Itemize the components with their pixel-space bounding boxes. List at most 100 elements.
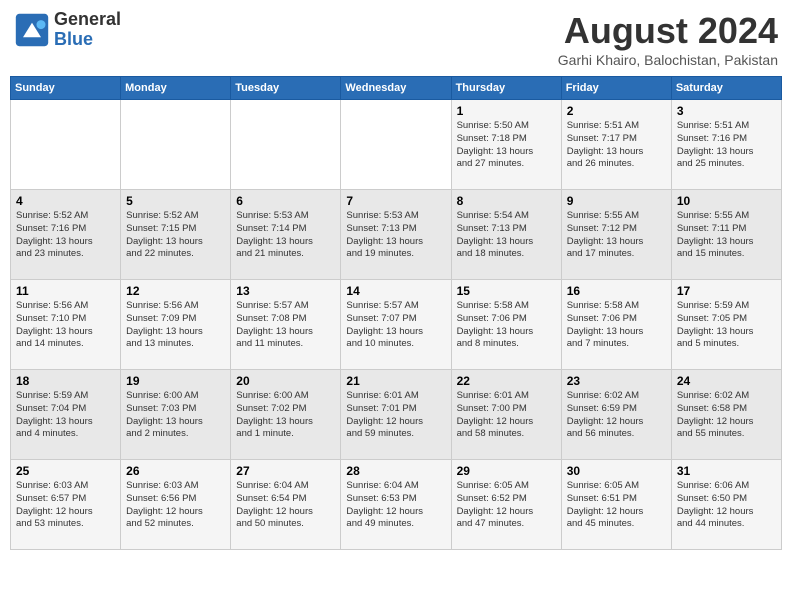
cell-info: Sunrise: 5:58 AM Sunset: 7:06 PM Dayligh… <box>457 300 556 351</box>
day-number: 4 <box>16 194 115 208</box>
day-number: 23 <box>567 374 666 388</box>
calendar-cell: 31 Sunrise: 6:06 AM Sunset: 6:50 PM Dayli… <box>671 460 781 550</box>
calendar-cell: 10 Sunrise: 5:55 AM Sunset: 7:11 PM Dayli… <box>671 190 781 280</box>
calendar-cell: 26 Sunrise: 6:03 AM Sunset: 6:56 PM Dayli… <box>121 460 231 550</box>
cell-info: Sunrise: 6:05 AM Sunset: 6:52 PM Dayligh… <box>457 480 556 531</box>
calendar-cell: 20 Sunrise: 6:00 AM Sunset: 7:02 PM Dayli… <box>231 370 341 460</box>
day-number: 8 <box>457 194 556 208</box>
calendar-cell: 11 Sunrise: 5:56 AM Sunset: 7:10 PM Dayli… <box>11 280 121 370</box>
weekday-header-wednesday: Wednesday <box>341 77 451 100</box>
day-number: 26 <box>126 464 225 478</box>
weekday-header-row: SundayMondayTuesdayWednesdayThursdayFrid… <box>11 77 782 100</box>
day-number: 30 <box>567 464 666 478</box>
cell-info: Sunrise: 6:05 AM Sunset: 6:51 PM Dayligh… <box>567 480 666 531</box>
weekday-header-friday: Friday <box>561 77 671 100</box>
location: Garhi Khairo, Balochistan, Pakistan <box>558 52 778 68</box>
calendar-cell: 18 Sunrise: 5:59 AM Sunset: 7:04 PM Dayli… <box>11 370 121 460</box>
day-number: 15 <box>457 284 556 298</box>
day-number: 14 <box>346 284 445 298</box>
calendar-cell: 22 Sunrise: 6:01 AM Sunset: 7:00 PM Dayli… <box>451 370 561 460</box>
cell-info: Sunrise: 6:02 AM Sunset: 6:59 PM Dayligh… <box>567 390 666 441</box>
cell-info: Sunrise: 5:53 AM Sunset: 7:14 PM Dayligh… <box>236 210 335 261</box>
calendar-cell: 15 Sunrise: 5:58 AM Sunset: 7:06 PM Dayli… <box>451 280 561 370</box>
calendar-week-1: 1 Sunrise: 5:50 AM Sunset: 7:18 PM Daylig… <box>11 100 782 190</box>
day-number: 3 <box>677 104 776 118</box>
calendar-cell: 2Sunrise: 5:51 AM Sunset: 7:17 PM Daylig… <box>561 100 671 190</box>
cell-info: Sunrise: 5:55 AM Sunset: 7:11 PM Dayligh… <box>677 210 776 261</box>
cell-info: Sunrise: 5:56 AM Sunset: 7:09 PM Dayligh… <box>126 300 225 351</box>
day-number: 1 <box>457 104 556 118</box>
calendar-cell: 23 Sunrise: 6:02 AM Sunset: 6:59 PM Dayli… <box>561 370 671 460</box>
day-number: 10 <box>677 194 776 208</box>
cell-info: Sunrise: 5:50 AM Sunset: 7:18 PM Dayligh… <box>457 120 556 171</box>
calendar-cell: 24Sunrise: 6:02 AM Sunset: 6:58 PM Dayli… <box>671 370 781 460</box>
calendar-cell: 7 Sunrise: 5:53 AM Sunset: 7:13 PM Daylig… <box>341 190 451 280</box>
day-number: 22 <box>457 374 556 388</box>
calendar-week-4: 18 Sunrise: 5:59 AM Sunset: 7:04 PM Dayli… <box>11 370 782 460</box>
calendar-cell: 5 Sunrise: 5:52 AM Sunset: 7:15 PM Daylig… <box>121 190 231 280</box>
calendar-cell: 8Sunrise: 5:54 AM Sunset: 7:13 PM Daylig… <box>451 190 561 280</box>
calendar-cell: 3 Sunrise: 5:51 AM Sunset: 7:16 PM Daylig… <box>671 100 781 190</box>
cell-info: Sunrise: 5:56 AM Sunset: 7:10 PM Dayligh… <box>16 300 115 351</box>
cell-info: Sunrise: 5:57 AM Sunset: 7:08 PM Dayligh… <box>236 300 335 351</box>
calendar-cell: 4Sunrise: 5:52 AM Sunset: 7:16 PM Daylig… <box>11 190 121 280</box>
day-number: 28 <box>346 464 445 478</box>
page-header: General Blue August 2024 Garhi Khairo, B… <box>10 10 782 68</box>
cell-info: Sunrise: 5:51 AM Sunset: 7:16 PM Dayligh… <box>677 120 776 171</box>
cell-info: Sunrise: 5:55 AM Sunset: 7:12 PM Dayligh… <box>567 210 666 261</box>
weekday-header-tuesday: Tuesday <box>231 77 341 100</box>
day-number: 12 <box>126 284 225 298</box>
calendar-week-2: 4Sunrise: 5:52 AM Sunset: 7:16 PM Daylig… <box>11 190 782 280</box>
weekday-header-sunday: Sunday <box>11 77 121 100</box>
day-number: 21 <box>346 374 445 388</box>
calendar-cell: 9Sunrise: 5:55 AM Sunset: 7:12 PM Daylig… <box>561 190 671 280</box>
cell-info: Sunrise: 6:00 AM Sunset: 7:02 PM Dayligh… <box>236 390 335 441</box>
weekday-header-monday: Monday <box>121 77 231 100</box>
calendar-cell: 14 Sunrise: 5:57 AM Sunset: 7:07 PM Dayli… <box>341 280 451 370</box>
day-number: 31 <box>677 464 776 478</box>
cell-info: Sunrise: 5:53 AM Sunset: 7:13 PM Dayligh… <box>346 210 445 261</box>
calendar-cell: 16Sunrise: 5:58 AM Sunset: 7:06 PM Dayli… <box>561 280 671 370</box>
day-number: 7 <box>346 194 445 208</box>
calendar-cell: 29Sunrise: 6:05 AM Sunset: 6:52 PM Dayli… <box>451 460 561 550</box>
calendar-cell: 28Sunrise: 6:04 AM Sunset: 6:53 PM Dayli… <box>341 460 451 550</box>
day-number: 18 <box>16 374 115 388</box>
day-number: 20 <box>236 374 335 388</box>
cell-info: Sunrise: 5:57 AM Sunset: 7:07 PM Dayligh… <box>346 300 445 351</box>
calendar-cell: 19Sunrise: 6:00 AM Sunset: 7:03 PM Dayli… <box>121 370 231 460</box>
cell-info: Sunrise: 5:52 AM Sunset: 7:15 PM Dayligh… <box>126 210 225 261</box>
day-number: 17 <box>677 284 776 298</box>
calendar-cell: 1 Sunrise: 5:50 AM Sunset: 7:18 PM Daylig… <box>451 100 561 190</box>
calendar-cell: 25 Sunrise: 6:03 AM Sunset: 6:57 PM Dayli… <box>11 460 121 550</box>
logo-icon <box>14 12 50 48</box>
day-number: 24 <box>677 374 776 388</box>
cell-info: Sunrise: 6:03 AM Sunset: 6:57 PM Dayligh… <box>16 480 115 531</box>
calendar-week-5: 25 Sunrise: 6:03 AM Sunset: 6:57 PM Dayli… <box>11 460 782 550</box>
calendar-cell: 6 Sunrise: 5:53 AM Sunset: 7:14 PM Daylig… <box>231 190 341 280</box>
day-number: 13 <box>236 284 335 298</box>
calendar-cell <box>11 100 121 190</box>
cell-info: Sunrise: 6:03 AM Sunset: 6:56 PM Dayligh… <box>126 480 225 531</box>
day-number: 19 <box>126 374 225 388</box>
day-number: 11 <box>16 284 115 298</box>
calendar-cell: 21 Sunrise: 6:01 AM Sunset: 7:01 PM Dayli… <box>341 370 451 460</box>
day-number: 2 <box>567 104 666 118</box>
cell-info: Sunrise: 6:01 AM Sunset: 7:01 PM Dayligh… <box>346 390 445 441</box>
cell-info: Sunrise: 5:59 AM Sunset: 7:05 PM Dayligh… <box>677 300 776 351</box>
calendar-cell <box>231 100 341 190</box>
month-title: August 2024 <box>558 10 778 52</box>
calendar: SundayMondayTuesdayWednesdayThursdayFrid… <box>10 76 782 550</box>
cell-info: Sunrise: 5:59 AM Sunset: 7:04 PM Dayligh… <box>16 390 115 441</box>
cell-info: Sunrise: 6:04 AM Sunset: 6:54 PM Dayligh… <box>236 480 335 531</box>
cell-info: Sunrise: 6:01 AM Sunset: 7:00 PM Dayligh… <box>457 390 556 441</box>
day-number: 6 <box>236 194 335 208</box>
day-number: 16 <box>567 284 666 298</box>
day-number: 25 <box>16 464 115 478</box>
weekday-header-saturday: Saturday <box>671 77 781 100</box>
calendar-cell: 17 Sunrise: 5:59 AM Sunset: 7:05 PM Dayli… <box>671 280 781 370</box>
day-number: 5 <box>126 194 225 208</box>
title-block: August 2024 Garhi Khairo, Balochistan, P… <box>558 10 778 68</box>
weekday-header-thursday: Thursday <box>451 77 561 100</box>
logo: General Blue <box>14 10 121 50</box>
cell-info: Sunrise: 6:06 AM Sunset: 6:50 PM Dayligh… <box>677 480 776 531</box>
